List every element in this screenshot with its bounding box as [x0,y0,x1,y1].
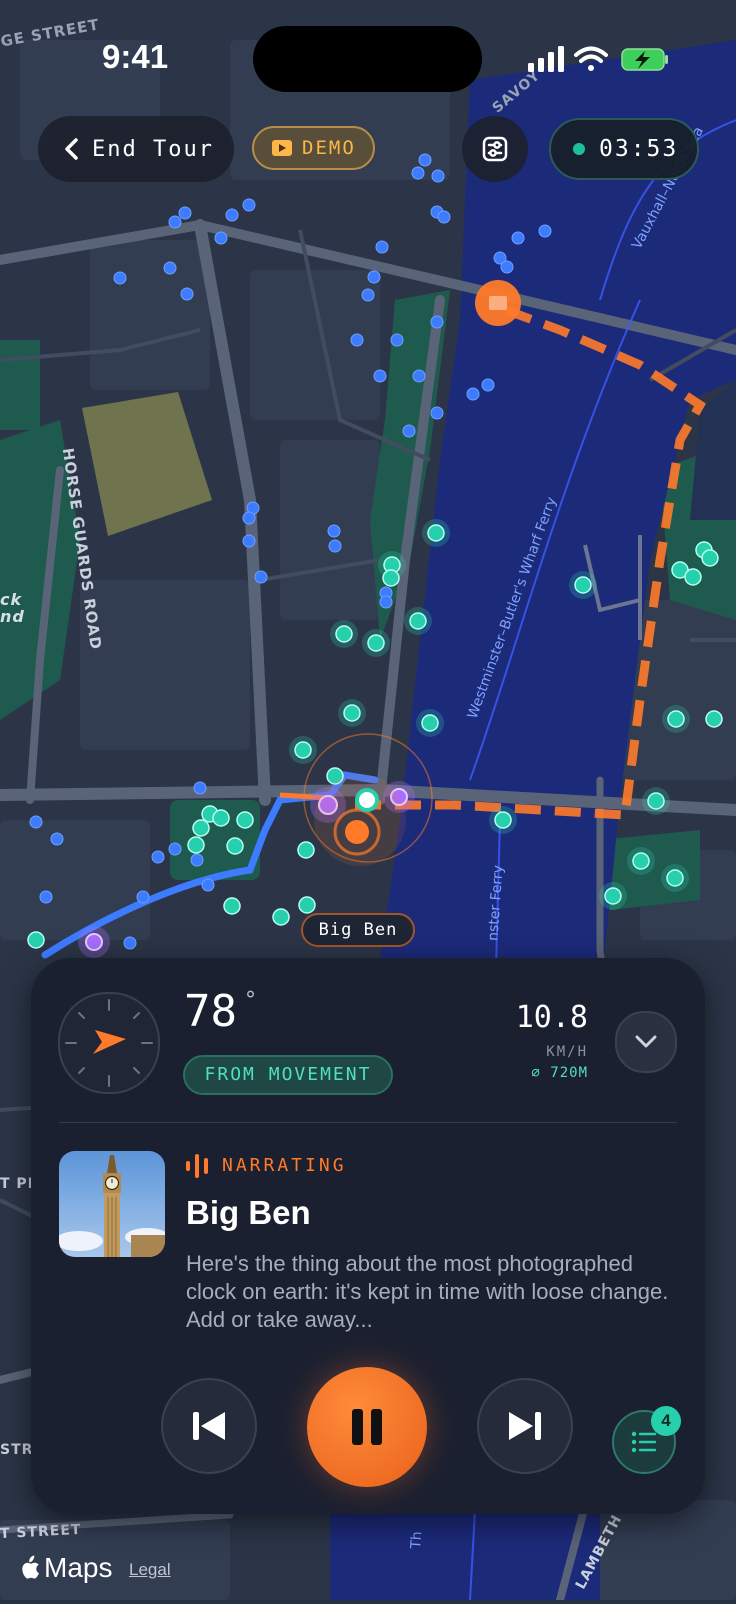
live-dot-icon [573,143,585,155]
filter-sliders-icon [482,136,508,162]
battery-charging-icon [621,48,668,71]
skip-next-icon [509,1412,541,1440]
speed-unit: KM/H [546,1044,588,1060]
previous-button[interactable] [161,1378,257,1474]
end-tour-button[interactable]: End Tour [38,116,234,182]
big-ben-image [59,1151,165,1257]
poi-description[interactable]: Here's the thing about the most photogra… [186,1250,676,1334]
play-badge-icon [272,140,292,156]
heading-unit: ° [245,988,256,1013]
list-icon [631,1431,657,1453]
street-label-left-2: STR [0,1442,34,1458]
tour-timer: 03:53 [549,118,699,180]
pause-button[interactable] [307,1367,427,1487]
compass-icon [65,999,153,1087]
narration-panel: 78 ° FROM MOVEMENT 10.8 KM/H ⌀ 720M NARR… [31,958,705,1514]
status-time: 9:41 [102,38,169,75]
demo-badge[interactable]: DEMO [252,126,375,170]
poi-thumbnail[interactable] [59,1151,165,1257]
poi-tag-big-ben[interactable]: Big Ben [301,913,415,947]
dynamic-island [253,26,482,92]
apple-maps-logo: Maps [18,1552,112,1584]
heading-value: 78 [184,986,237,1037]
next-button[interactable] [477,1378,573,1474]
map-label-park-2: nd [0,607,25,626]
chevron-down-icon [635,1035,657,1048]
collapse-button[interactable] [615,1011,677,1073]
heading-source-badge: FROM MOVEMENT [183,1055,393,1095]
distance-value: ⌀ 720M [531,1065,588,1081]
pause-icon [352,1409,382,1445]
panel-divider [59,1122,677,1123]
poi-title: Big Ben [186,1194,311,1231]
demo-label: DEMO [302,137,356,159]
signal-icon [528,46,564,72]
status-icons [528,44,673,74]
river-label: Th [408,1530,426,1550]
narration-status: NARRATING [186,1152,347,1178]
skip-previous-icon [193,1412,225,1440]
audio-wave-icon [186,1154,208,1178]
wifi-icon [574,46,608,71]
legal-link[interactable]: Legal [129,1560,171,1580]
compass [58,992,160,1094]
apple-logo-icon [22,1555,39,1579]
timer-value: 03:53 [599,136,679,162]
speed-value: 10.8 [515,1000,588,1035]
narration-status-label: NARRATING [222,1154,347,1176]
end-tour-label: End Tour [92,136,214,162]
chevron-left-icon [65,138,78,160]
filter-button[interactable] [462,116,528,182]
queue-count-badge: 4 [651,1406,681,1436]
maps-brand-label: Maps [44,1552,113,1583]
